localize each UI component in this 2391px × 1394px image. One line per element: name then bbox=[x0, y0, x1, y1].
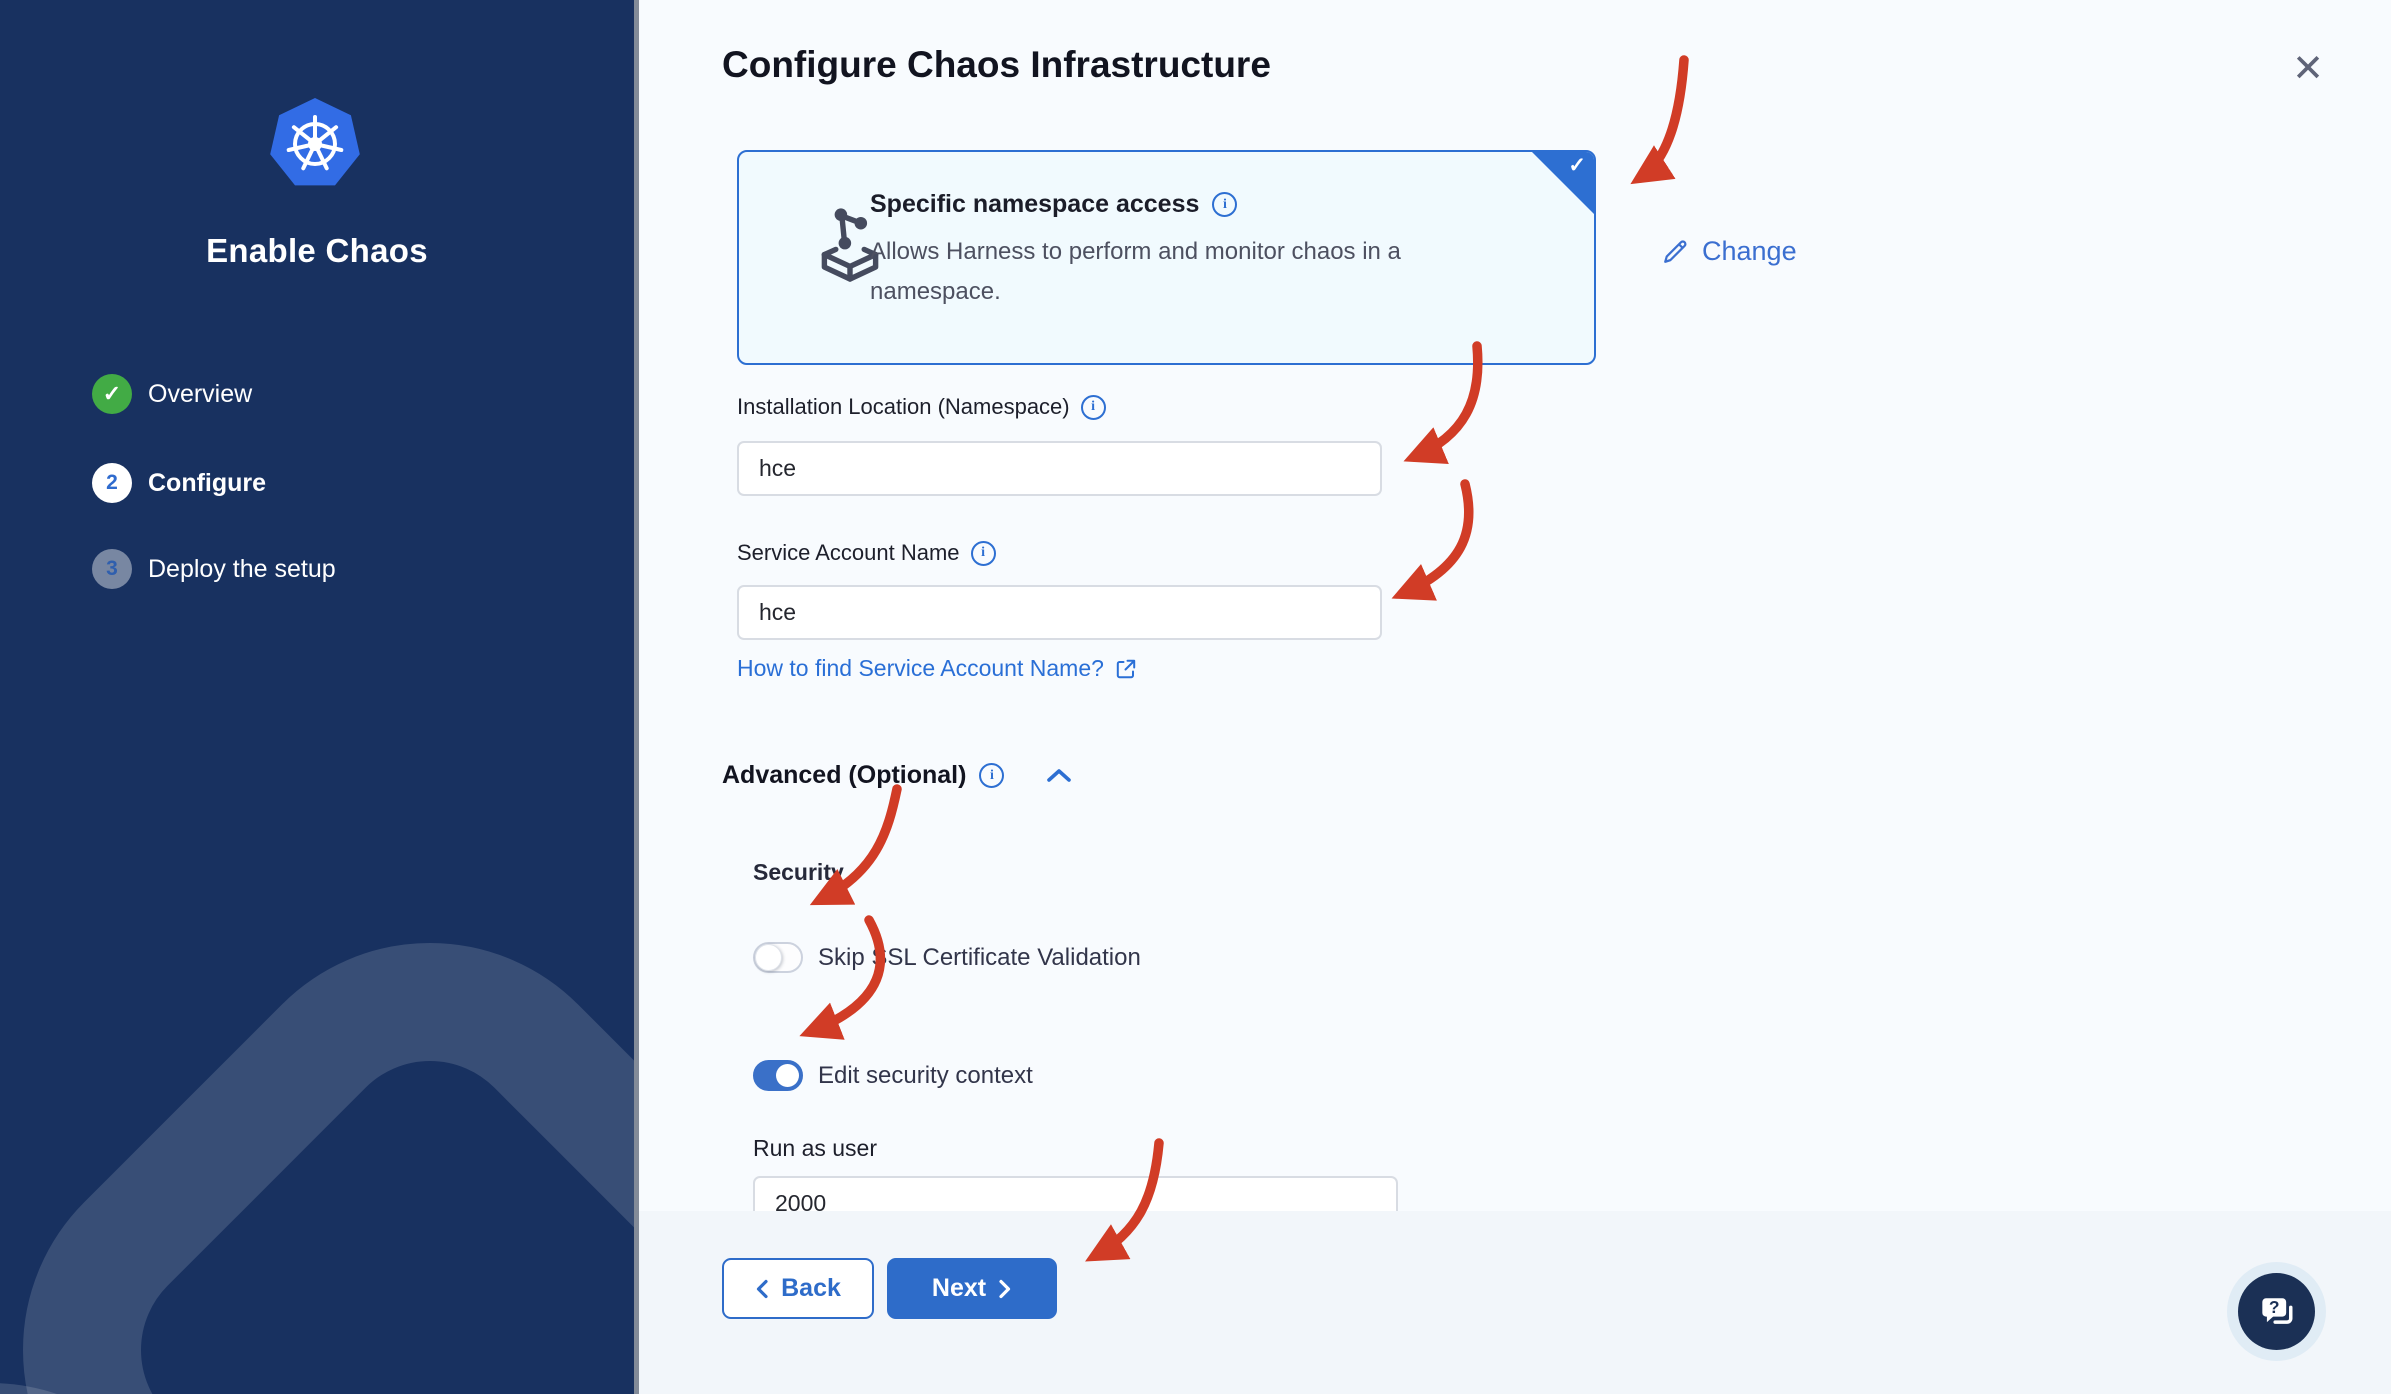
edit-security-context-toggle[interactable] bbox=[753, 1060, 803, 1091]
run-as-user-label: Run as user bbox=[753, 1135, 878, 1161]
change-link[interactable]: Change bbox=[1660, 236, 1797, 267]
help-link-label: How to find Service Account Name? bbox=[737, 655, 1104, 681]
configure-chaos-infrastructure-modal: Enable Chaos ✓ Overview 2 Configure 3 De… bbox=[0, 0, 2391, 1394]
selected-check-icon: ✓ bbox=[1568, 154, 1586, 177]
sidebar-step-overview[interactable]: ✓ Overview bbox=[92, 374, 252, 414]
chaos-watermark-pattern bbox=[0, 943, 634, 1394]
next-button-label: Next bbox=[931, 1274, 987, 1302]
back-button[interactable]: Back bbox=[722, 1258, 874, 1319]
advanced-section-label: Advanced (Optional) bbox=[722, 761, 967, 789]
kubernetes-logo-icon bbox=[270, 98, 360, 186]
sidebar-divider bbox=[634, 0, 639, 1394]
edit-security-context-label: Edit security context bbox=[818, 1062, 1033, 1089]
info-icon[interactable]: i bbox=[1080, 394, 1106, 420]
next-button[interactable]: Next bbox=[887, 1258, 1057, 1319]
sidebar-step-configure[interactable]: 2 Configure bbox=[92, 463, 266, 503]
step-done-check-icon: ✓ bbox=[92, 374, 132, 414]
sidebar-step-deploy[interactable]: 3 Deploy the setup bbox=[92, 549, 336, 589]
step-number-badge: 2 bbox=[92, 463, 132, 503]
chevron-left-icon bbox=[757, 1279, 768, 1298]
svg-text:?: ? bbox=[2268, 1297, 2279, 1317]
help-chat-button[interactable]: ? bbox=[2238, 1273, 2315, 1350]
arrow-to-edit-context-toggle bbox=[799, 915, 885, 1040]
wizard-sidebar: Enable Chaos ✓ Overview 2 Configure 3 De… bbox=[0, 0, 634, 1394]
step-number-badge: 3 bbox=[92, 549, 132, 589]
service-account-input[interactable] bbox=[737, 585, 1382, 640]
toggle-knob bbox=[755, 944, 782, 971]
chevron-up-icon[interactable] bbox=[1045, 767, 1073, 784]
back-button-label: Back bbox=[781, 1274, 841, 1302]
info-icon[interactable]: i bbox=[1212, 192, 1238, 217]
change-label: Change bbox=[1702, 236, 1797, 266]
namespace-input[interactable] bbox=[737, 441, 1382, 496]
namespace-access-card[interactable]: ✓ Specific namespace access i Allows Har… bbox=[737, 150, 1596, 365]
step-label: Deploy the setup bbox=[148, 554, 336, 583]
arrow-to-selected-card bbox=[1630, 55, 1689, 185]
page-title: Configure Chaos Infrastructure bbox=[722, 44, 1271, 85]
service-account-help-link[interactable]: How to find Service Account Name? bbox=[737, 655, 1138, 682]
arrow-to-service-account-input bbox=[1391, 479, 1474, 601]
external-link-icon bbox=[1116, 659, 1136, 678]
step-label: Configure bbox=[148, 468, 267, 497]
chevron-right-icon bbox=[999, 1279, 1011, 1298]
card-description: Allows Harness to perform and monitor ch… bbox=[870, 238, 1401, 305]
chat-question-icon: ? bbox=[2261, 1297, 2292, 1324]
close-icon[interactable]: ✕ bbox=[2284, 44, 2332, 92]
step-label: Overview bbox=[148, 379, 253, 408]
service-account-label: Service Account Name bbox=[737, 540, 960, 565]
info-icon[interactable]: i bbox=[979, 763, 1005, 788]
skip-ssl-label: Skip SSL Certificate Validation bbox=[818, 944, 1141, 971]
toggle-knob bbox=[776, 1064, 799, 1087]
info-icon[interactable]: i bbox=[970, 540, 996, 566]
namespace-label: Installation Location (Namespace) bbox=[737, 394, 1070, 419]
security-group-label: Security bbox=[753, 859, 844, 885]
card-title: Specific namespace access bbox=[870, 190, 1200, 218]
wizard-footer: Back Next ? bbox=[639, 1211, 2391, 1394]
skip-ssl-toggle[interactable] bbox=[753, 942, 803, 973]
selected-corner-badge: ✓ bbox=[1531, 152, 1594, 215]
pencil-icon bbox=[1664, 239, 1687, 263]
wizard-title: Enable Chaos bbox=[206, 232, 428, 269]
